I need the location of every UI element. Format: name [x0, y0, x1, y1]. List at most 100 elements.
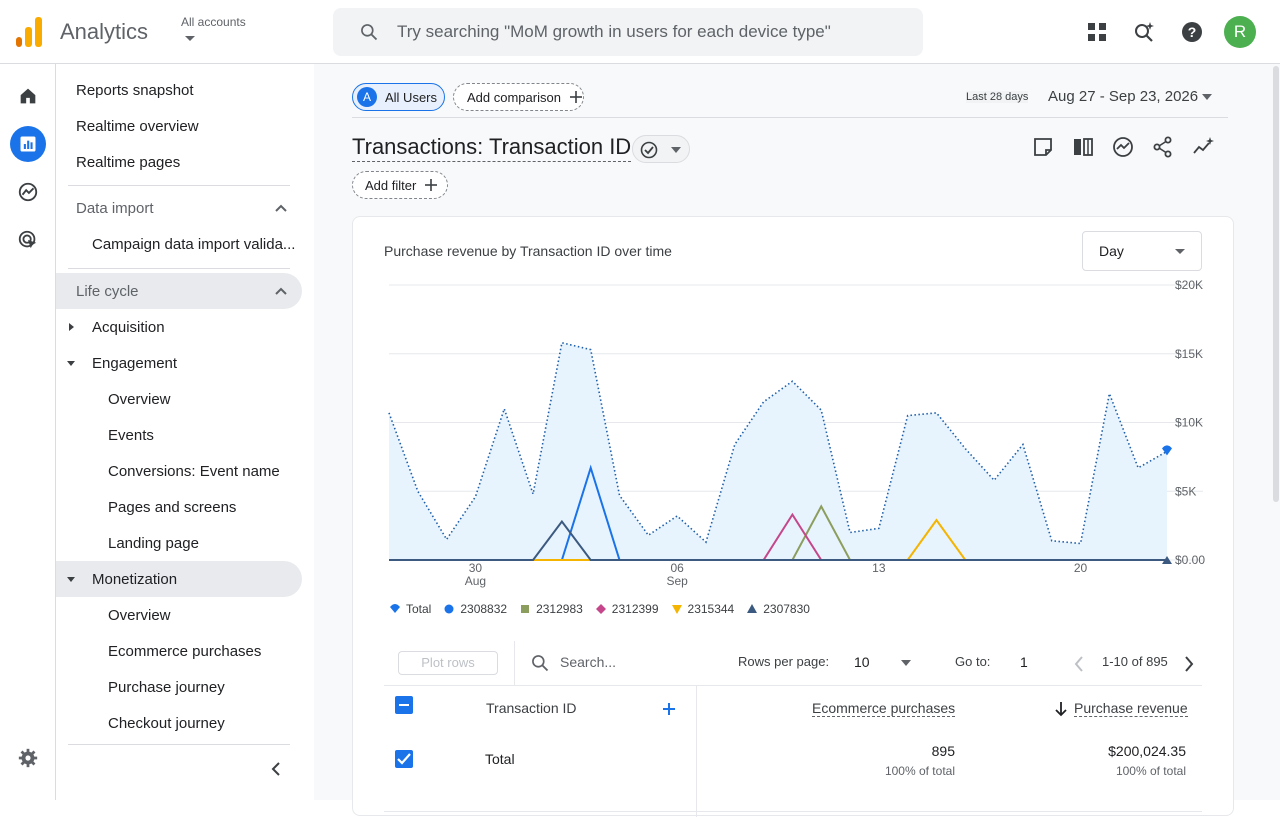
caret-down-icon [671, 147, 681, 153]
x-tick-label: 30 [469, 561, 483, 575]
add-filter-label: Add filter [365, 177, 417, 193]
goto-page-input[interactable]: 1 [1020, 654, 1028, 670]
nav-section-data-import[interactable]: Data import [56, 190, 302, 226]
divider [514, 641, 515, 685]
divider [384, 811, 1202, 812]
legend-item[interactable]: 2312399 [595, 602, 659, 616]
table-search-input[interactable]: Search... [560, 654, 616, 670]
rows-per-page-select[interactable]: 10 [854, 654, 870, 670]
chevron-right-icon[interactable] [1184, 656, 1194, 672]
nav-engagement[interactable]: Engagement [56, 345, 302, 381]
total-label: Total [485, 751, 515, 767]
share-icon[interactable] [1152, 136, 1174, 158]
column-header-ecommerce-purchases[interactable]: Ecommerce purchases [812, 700, 956, 717]
compare-icon[interactable] [1072, 136, 1094, 158]
legend-label: 2312983 [536, 602, 583, 616]
y-tick-label: $0.00 [1175, 553, 1205, 567]
legend-item[interactable]: 2307830 [746, 602, 810, 616]
nav-monetization[interactable]: Monetization [56, 561, 302, 597]
legend-label: 2312399 [611, 602, 659, 616]
reports-icon[interactable] [10, 126, 46, 162]
nav-campaign-data-import[interactable]: Campaign data import valida... [56, 226, 302, 262]
plus-icon [569, 91, 582, 103]
total-series-area [389, 342, 1167, 560]
search-input[interactable]: Try searching "MoM growth in users for e… [397, 22, 831, 42]
caret-down-icon[interactable] [901, 660, 911, 666]
line-chart[interactable]: $20K $15K $10K $5K $0.00 30Aug 06Sep 13 20 [353, 277, 1233, 597]
total-purchase-revenue-share: 100% of total [1115, 764, 1186, 778]
nav-label: Reports snapshot [76, 81, 194, 99]
add-dimension-plus-icon[interactable] [662, 702, 676, 716]
search-insights-icon[interactable] [1132, 20, 1156, 44]
nav-engagement-overview[interactable]: Overview [56, 381, 302, 417]
legend-item[interactable]: 2308832 [443, 602, 507, 616]
collapse-arrow-icon [67, 577, 75, 582]
caret-down-icon[interactable] [185, 36, 195, 41]
nav-label: Overview [108, 606, 171, 624]
date-range-picker[interactable]: Aug 27 - Sep 23, 2026 [1048, 88, 1198, 105]
report-notes-icon[interactable] [1032, 136, 1054, 158]
main-content: A All Users Add comparison Last 28 days … [314, 64, 1280, 817]
nav-section-label: Life cycle [76, 282, 139, 300]
legend-marker-icon [444, 604, 454, 614]
nav-realtime-pages[interactable]: Realtime pages [56, 144, 302, 180]
nav-label: Realtime overview [76, 117, 199, 135]
search-bar[interactable]: Try searching "MoM growth in users for e… [333, 8, 923, 56]
settings-gear-icon[interactable] [10, 740, 46, 776]
expand-arrow-icon [69, 323, 74, 331]
table-header: Transaction ID Ecommerce purchases Purch… [384, 685, 1202, 731]
nav-purchase-journey[interactable]: Purchase journey [56, 669, 302, 705]
svg-text:?: ? [1188, 24, 1197, 40]
nav-landing-page[interactable]: Landing page [56, 525, 302, 561]
nav-checkout-journey[interactable]: Checkout journey [56, 705, 302, 741]
apps-grid-icon[interactable] [1085, 20, 1109, 44]
add-filter-button[interactable]: Add filter [352, 171, 448, 199]
explore-icon[interactable] [10, 174, 46, 210]
nav-section-life-cycle[interactable]: Life cycle [56, 273, 302, 309]
legend-item[interactable]: Total [389, 602, 431, 616]
advertising-icon[interactable] [10, 222, 46, 258]
x-tick-label: 20 [1074, 561, 1088, 575]
nav-monetization-overview[interactable]: Overview [56, 597, 302, 633]
table-row-total: Total 895 100% of total $200,024.35 100%… [384, 743, 1202, 799]
avatar[interactable]: R [1224, 16, 1256, 48]
nav-pages-and-screens[interactable]: Pages and screens [56, 489, 302, 525]
collapse-nav-chevron-left-icon[interactable] [268, 761, 284, 777]
select-all-checkbox[interactable] [395, 696, 413, 714]
plot-rows-button[interactable]: Plot rows [398, 651, 498, 675]
insights-icon[interactable] [1112, 136, 1134, 158]
legend-marker-icon [390, 604, 400, 613]
analytics-logo-icon[interactable] [16, 17, 42, 47]
chevron-left-icon[interactable] [1074, 656, 1084, 672]
account-selector[interactable]: All accounts [181, 15, 246, 29]
sort-descending-arrow-icon[interactable] [1054, 701, 1068, 717]
home-icon[interactable] [10, 78, 46, 114]
column-header-transaction-id[interactable]: Transaction ID [486, 700, 577, 716]
total-row-checkbox[interactable] [395, 750, 413, 768]
column-header-purchase-revenue[interactable]: Purchase revenue [1074, 700, 1188, 717]
page-scrollbar[interactable] [1273, 66, 1279, 502]
nav-label: Conversions: Event name [108, 462, 280, 480]
nav-events[interactable]: Events [56, 417, 302, 453]
x-tick-month-label: Sep [666, 574, 688, 588]
nav-conversions[interactable]: Conversions: Event name [56, 453, 302, 489]
comparison-label: All Users [385, 89, 438, 105]
report-status-menu[interactable] [632, 135, 690, 163]
date-preset-label: Last 28 days [966, 91, 1029, 103]
trend-sparkle-icon[interactable] [1192, 136, 1214, 158]
legend-item[interactable]: 2312983 [519, 602, 583, 616]
help-icon[interactable]: ? [1180, 20, 1204, 44]
nav-reports-snapshot[interactable]: Reports snapshot [56, 72, 302, 108]
comparison-chip-all-users[interactable]: A All Users [352, 83, 445, 111]
legend-item[interactable]: 2315344 [671, 602, 734, 616]
add-comparison-button[interactable]: Add comparison [453, 83, 584, 111]
collapse-arrow-icon [67, 361, 75, 366]
nav-realtime-overview[interactable]: Realtime overview [56, 108, 302, 144]
nav-label: Realtime pages [76, 153, 181, 171]
caret-down-icon[interactable] [1202, 94, 1212, 100]
granularity-select[interactable]: Day [1082, 231, 1202, 271]
nav-ecommerce-purchases[interactable]: Ecommerce purchases [56, 633, 302, 669]
nav-label: Monetization [92, 570, 178, 588]
nav-acquisition[interactable]: Acquisition [56, 309, 302, 345]
page-title[interactable]: Transactions: Transaction ID [352, 134, 632, 162]
